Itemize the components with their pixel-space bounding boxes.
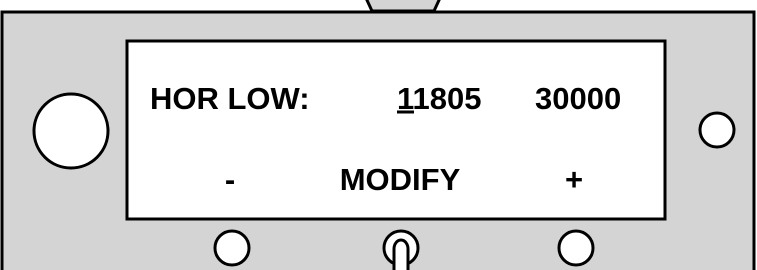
- large-left-button[interactable]: [32, 92, 110, 170]
- current-value-rest: 1805: [413, 81, 482, 116]
- softkey-label-modify: MODIFY: [340, 162, 461, 197]
- pointer-finger-icon: [392, 238, 410, 270]
- device-front-panel: HOR LOW: 11805 30000 - MODIFY +: [0, 0, 756, 270]
- right-side-button[interactable]: [698, 111, 736, 149]
- limit-value: 30000: [535, 81, 621, 116]
- top-connector-tab: [365, 0, 441, 13]
- softkey-label-minus: -: [225, 162, 235, 197]
- softkey-label-plus: +: [565, 162, 583, 197]
- parameter-label: HOR LOW:: [150, 81, 310, 116]
- minus-softkey-button[interactable]: [213, 229, 251, 267]
- plus-softkey-button[interactable]: [557, 229, 595, 267]
